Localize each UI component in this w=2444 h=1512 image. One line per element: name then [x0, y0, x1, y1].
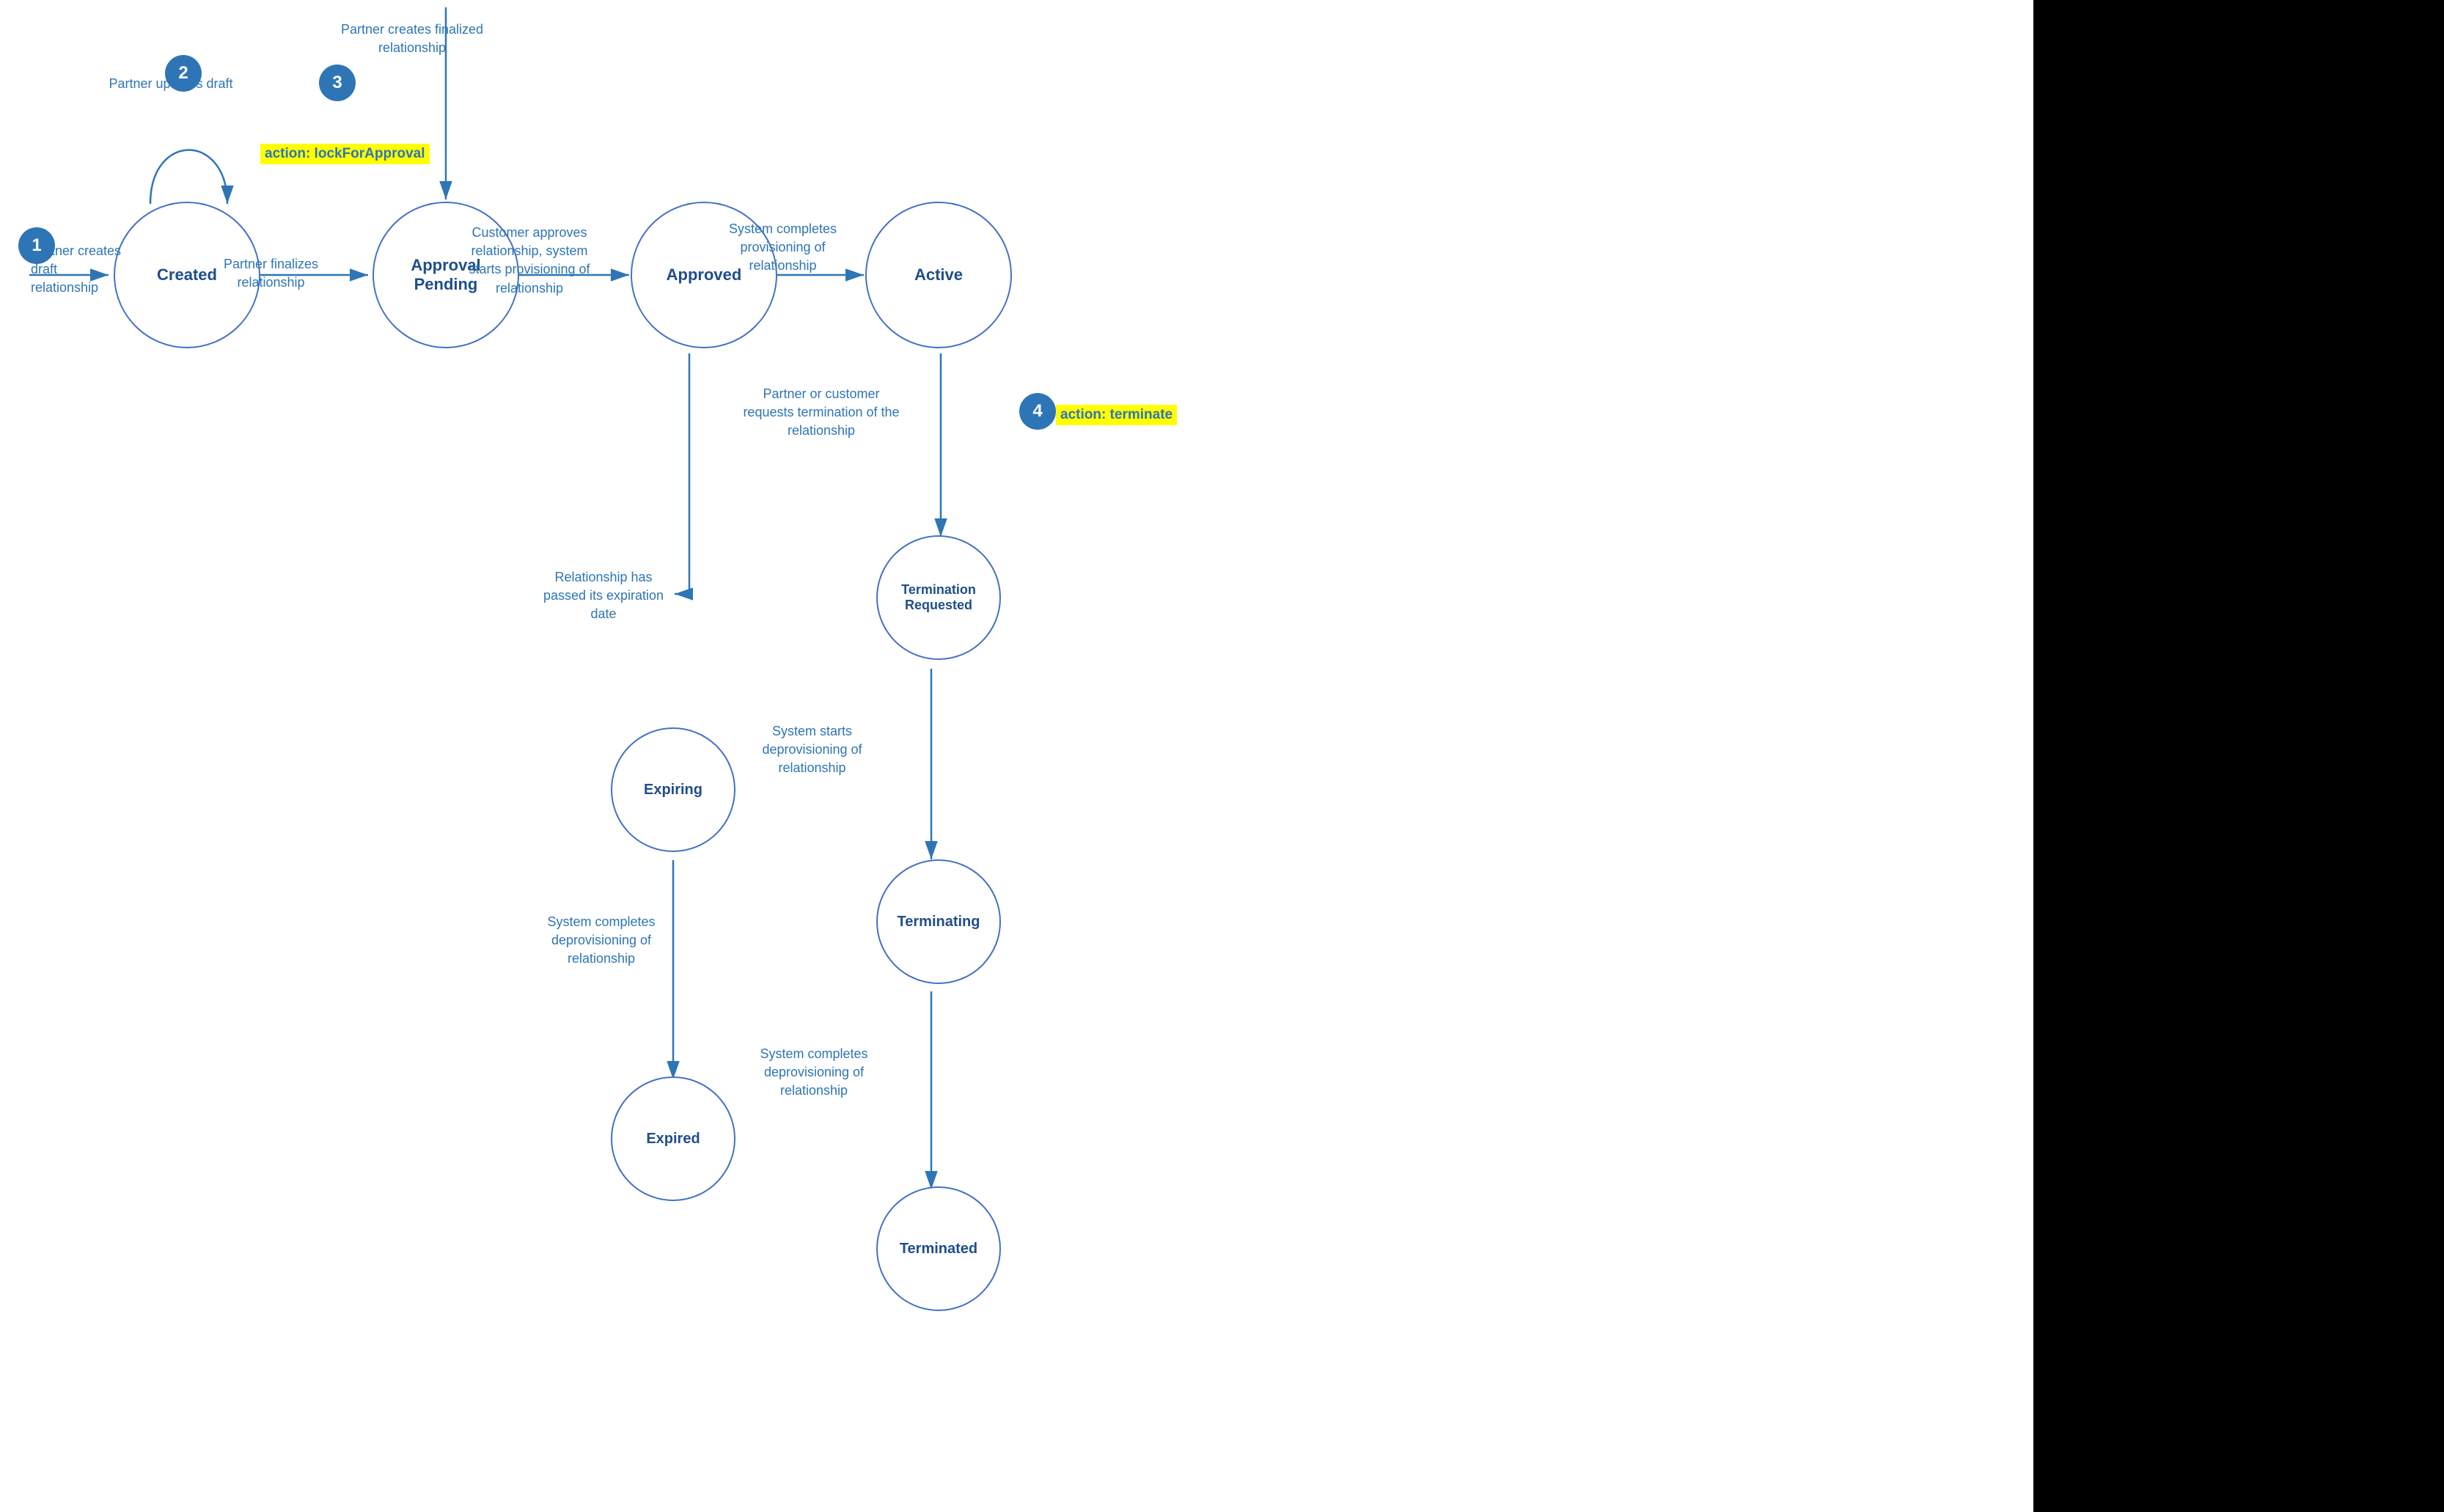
step-badge-2: 2	[165, 55, 202, 92]
action-label-terminate: action: terminate	[1056, 405, 1177, 425]
diagram-container: 1 2 3 4 Created Approval Pending Approve…	[0, 0, 2444, 1512]
state-active: Active	[865, 202, 1012, 348]
label-relationship-expiration: Relationship has passed its expiration d…	[534, 568, 673, 624]
label-system-starts-deprov: System starts deprovisioning of relation…	[741, 722, 884, 778]
action-label-lock-for-approval: action: lockForApproval	[260, 144, 430, 164]
step-badge-1: 1	[18, 227, 55, 264]
label-partner-customer-termination: Partner or customer requests termination…	[741, 385, 902, 441]
step-badge-3: 3	[319, 65, 356, 101]
state-expiring: Expiring	[611, 727, 735, 852]
label-customer-approves: Customer approves relationship, system s…	[456, 224, 603, 298]
label-system-completes-provisioning: System completes provisioning of relatio…	[711, 220, 854, 276]
state-terminated: Terminated	[876, 1186, 1001, 1311]
label-system-completes-deprov-2: System completes deprovisioning of relat…	[741, 1045, 887, 1101]
state-termination-requested: Termination Requested	[876, 535, 1001, 660]
step-badge-4: 4	[1019, 393, 1056, 430]
state-terminating: Terminating	[876, 859, 1001, 984]
label-partner-finalizes: Partner finalizes relationship	[214, 255, 328, 292]
arrows-svg	[0, 0, 2444, 1512]
state-expired: Expired	[611, 1076, 735, 1201]
label-system-completes-deprov-1: System completes deprovisioning of relat…	[528, 913, 675, 969]
label-partner-creates-finalized: Partner creates finalized relationship	[339, 21, 485, 57]
